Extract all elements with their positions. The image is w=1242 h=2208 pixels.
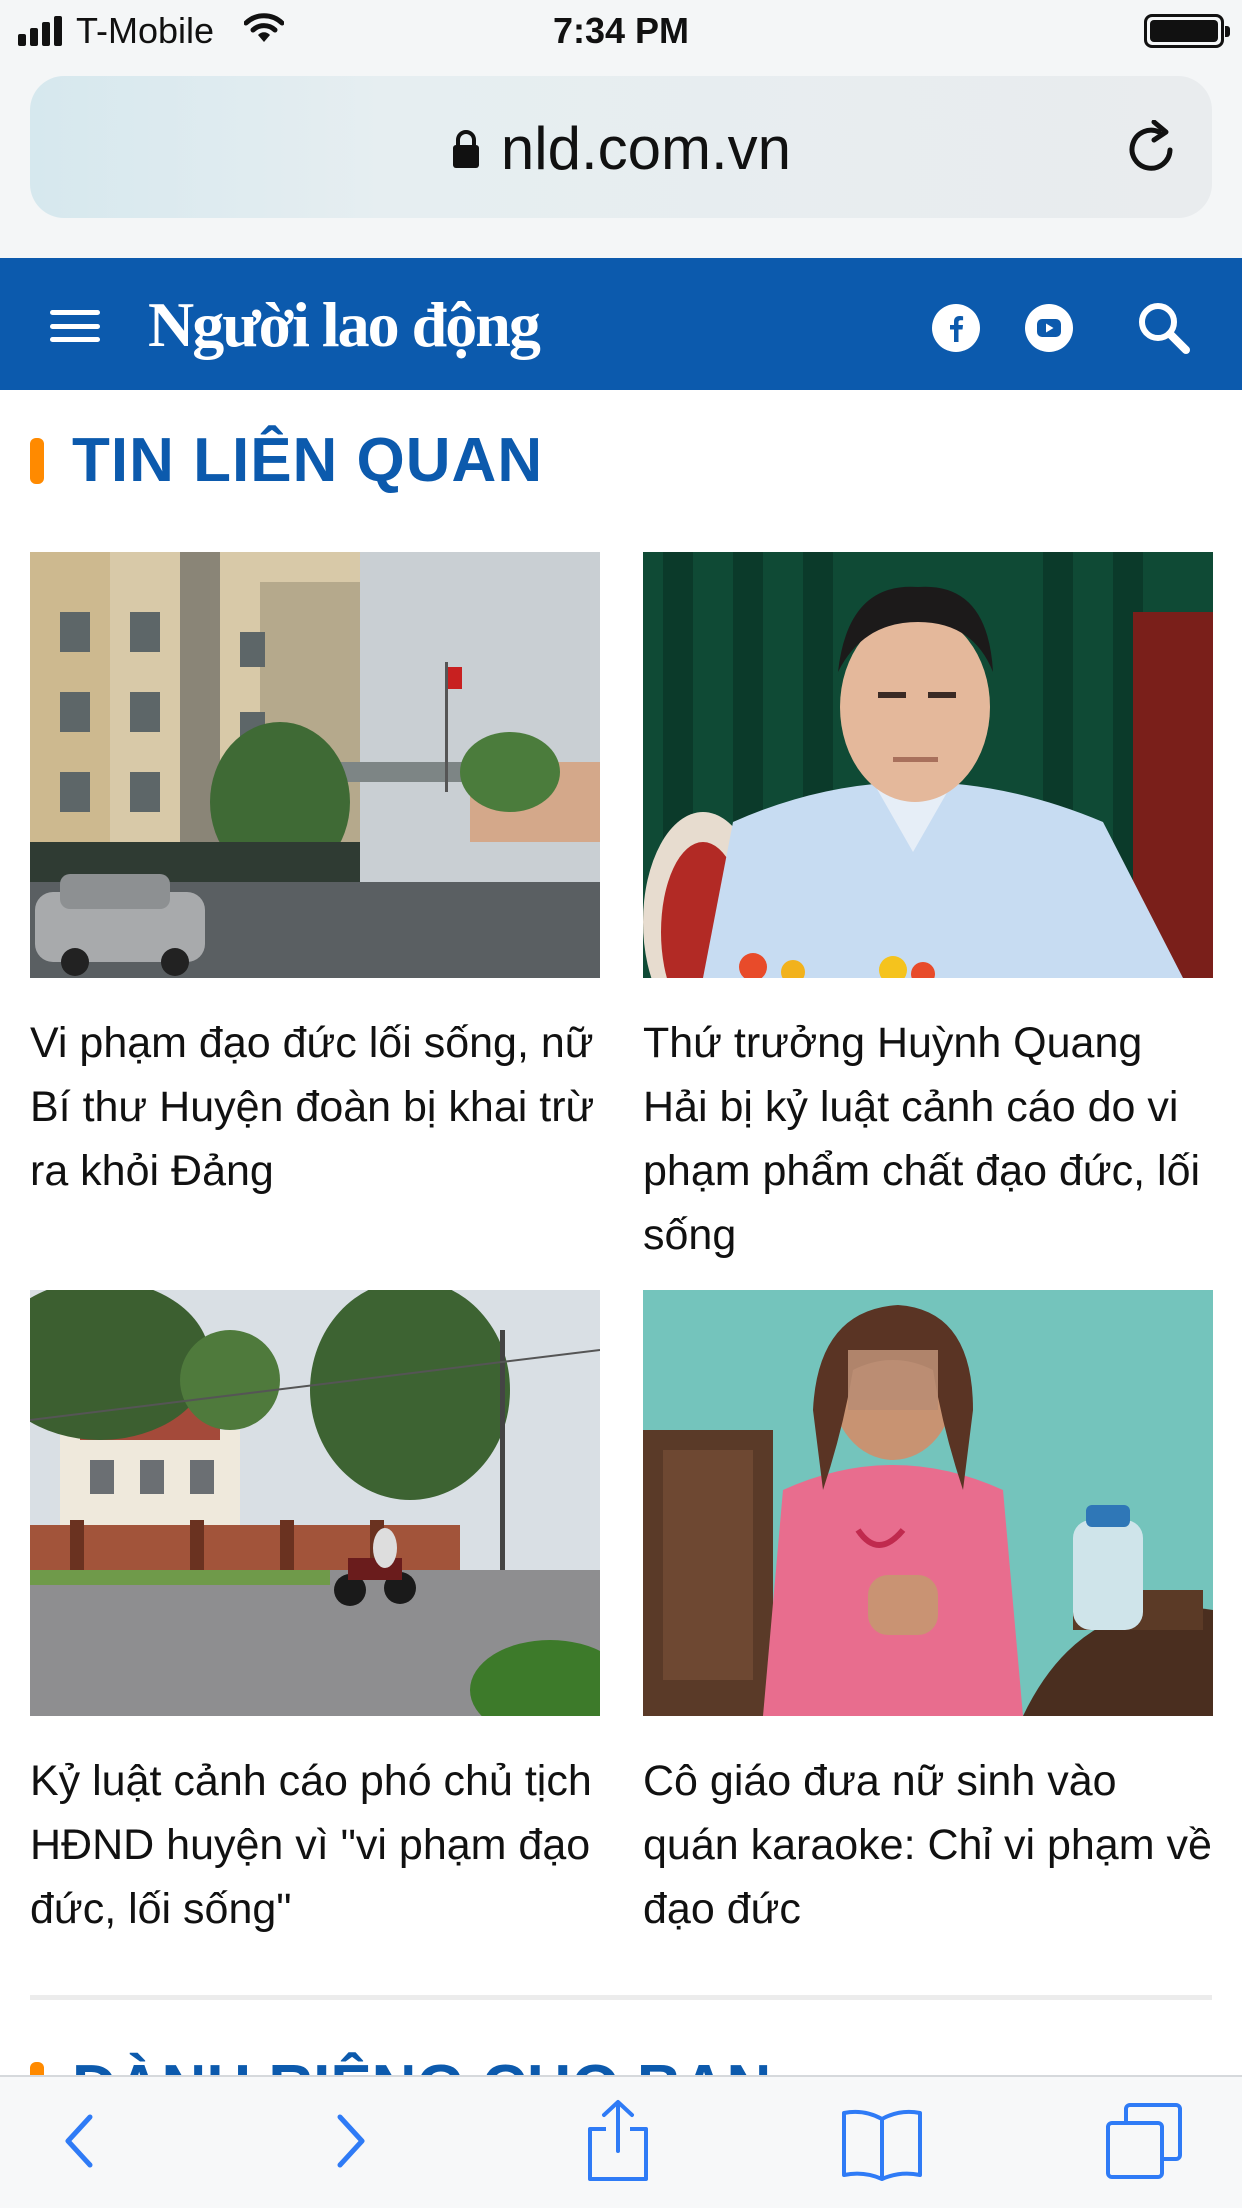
status-bar: T-Mobile 7:34 PM (0, 0, 1242, 62)
battery-icon (1144, 14, 1230, 48)
refresh-icon[interactable] (1126, 120, 1178, 176)
youtube-icon[interactable] (1025, 304, 1073, 352)
article-thumbnail[interactable] (643, 1290, 1213, 1716)
lock-icon (452, 129, 479, 168)
site-logo[interactable]: Người lao động (148, 288, 541, 362)
section-accent-bar (30, 437, 44, 484)
share-icon[interactable] (586, 2099, 650, 2183)
browser-address-area: nld.com.vn (0, 62, 1242, 258)
section-heading: TIN LIÊN QUAN (30, 425, 543, 496)
article-thumbnail[interactable] (643, 552, 1213, 1032)
menu-icon[interactable] (50, 310, 100, 342)
next-section-heading: DÀNH RIÊNG CHO BẠN (30, 2050, 1212, 2075)
article-title[interactable]: Thứ trưởng Huỳnh Quang Hải bị kỷ luật cả… (643, 1011, 1213, 1267)
address-bar[interactable]: nld.com.vn (30, 76, 1212, 218)
article-thumbnail[interactable] (30, 552, 600, 978)
back-icon[interactable] (58, 2109, 98, 2173)
article-card[interactable]: Thứ trưởng Huỳnh Quang Hải bị kỷ luật cả… (643, 552, 1213, 1267)
article-title[interactable]: Cô giáo đưa nữ sinh vào quán karaoke: Ch… (643, 1749, 1213, 1941)
section-accent-bar (30, 2062, 44, 2075)
article-card[interactable]: Vi phạm đạo đức lối sống, nữ Bí thư Huyệ… (30, 552, 600, 1203)
forward-icon[interactable] (332, 2109, 372, 2173)
section-title: TIN LIÊN QUAN (72, 426, 544, 495)
article-card[interactable]: Cô giáo đưa nữ sinh vào quán karaoke: Ch… (643, 1290, 1213, 1941)
status-time: 7:34 PM (552, 10, 690, 51)
facebook-icon[interactable] (932, 304, 980, 352)
article-card[interactable]: Kỷ luật cảnh cáo phó chủ tịch HĐND huyện… (0, 1280, 630, 1941)
browser-toolbar (0, 2075, 1242, 2208)
next-section-title: DÀNH RIÊNG CHO BẠN (72, 2052, 771, 2075)
bookmarks-icon[interactable] (840, 2105, 924, 2181)
tabs-icon[interactable] (1104, 2101, 1184, 2181)
url-text: nld.com.vn (500, 115, 792, 182)
section-divider (30, 1995, 1212, 2000)
article-thumbnail[interactable] (0, 1280, 630, 1740)
search-icon[interactable] (1136, 300, 1192, 356)
site-header: Người lao động (0, 258, 1242, 390)
article-title[interactable]: Vi phạm đạo đức lối sống, nữ Bí thư Huyệ… (30, 1011, 600, 1203)
article-title[interactable]: Kỷ luật cảnh cáo phó chủ tịch HĐND huyện… (30, 1749, 600, 1941)
